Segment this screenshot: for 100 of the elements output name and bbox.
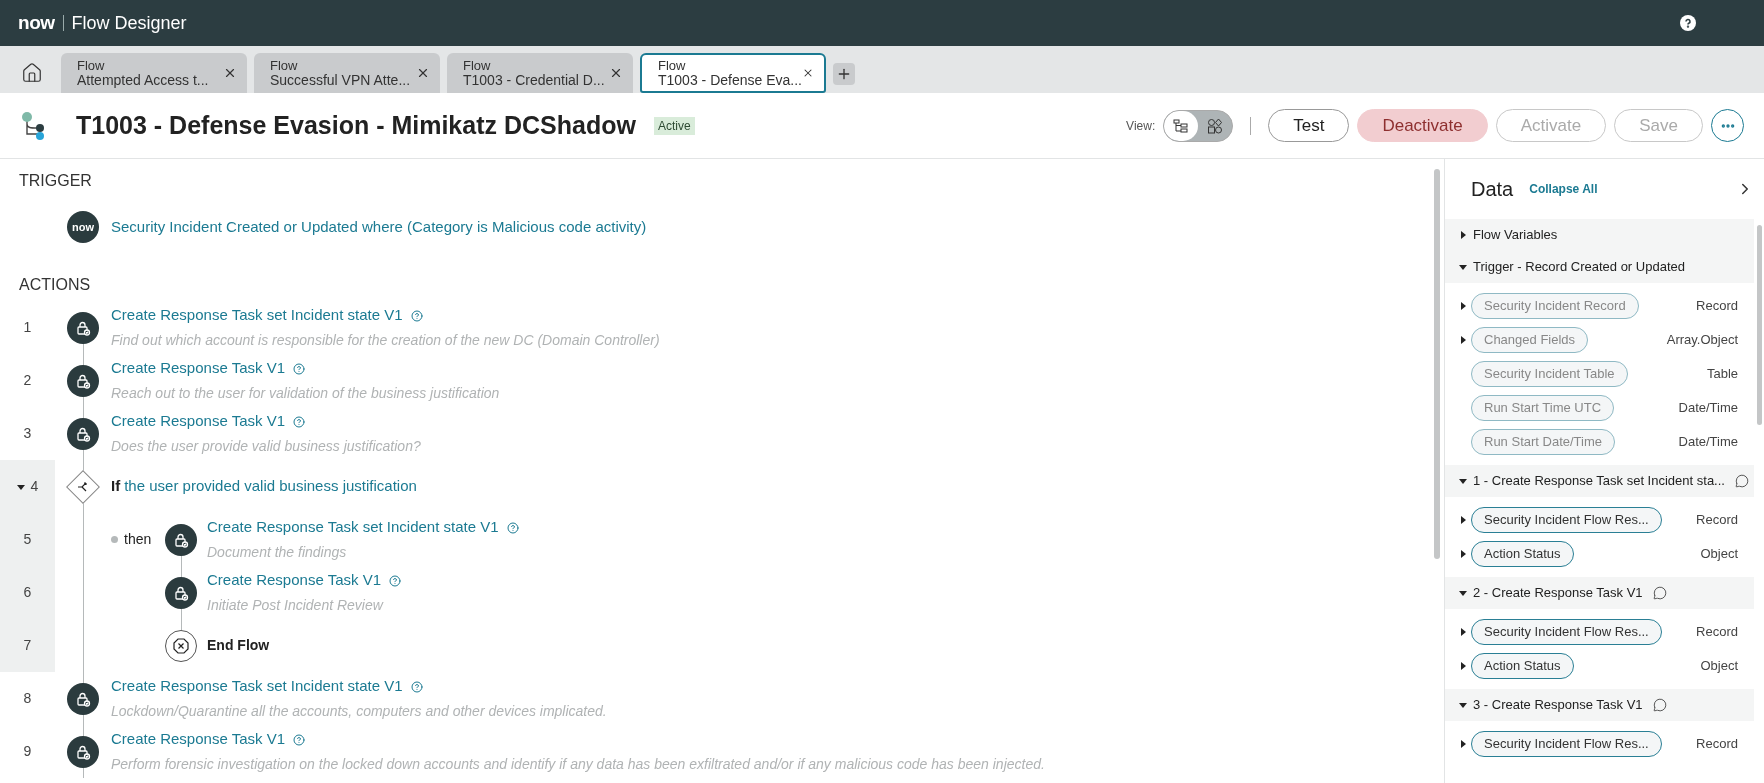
comment-icon[interactable] (1734, 474, 1749, 488)
data-section-header[interactable]: Flow Variables (1445, 219, 1754, 251)
action-title[interactable]: Create Response Task V1 (111, 728, 285, 751)
data-type: Array.Object (1666, 331, 1738, 350)
tab-name: T1003 - Credential D... (463, 73, 606, 88)
data-section-header[interactable]: 2 - Create Response Task V1 (1445, 577, 1754, 609)
step-number: 4 (30, 477, 39, 496)
lock-icon (165, 576, 197, 609)
section-caret-icon[interactable] (1459, 589, 1467, 597)
toolbar-button[interactable]: Test (1268, 109, 1350, 142)
data-pill[interactable]: Security Incident Flow Res... (1471, 507, 1662, 533)
section-caret-icon[interactable] (1459, 477, 1467, 485)
section-title: 3 - Create Response Task V1 (1473, 696, 1643, 715)
data-pill[interactable]: Run Start Time UTC (1471, 395, 1615, 421)
panel-title: Data (1471, 177, 1514, 202)
comment-icon[interactable] (1652, 698, 1667, 712)
data-type: Object (1700, 545, 1738, 564)
data-type: Record (1696, 511, 1738, 530)
tab-name: T1003 - Defense Eva... (658, 73, 802, 88)
flow-title: T1003 - Defense Evasion - Mimikatz DCShadow (76, 109, 636, 141)
expand-caret-icon[interactable] (16, 482, 25, 491)
action-title[interactable]: Create Response Task V1 (111, 357, 285, 380)
step-number: 9 (23, 742, 32, 761)
action-description: Perform forensic investigation on the locked down accounts and identify if any data has been exfiltrated and/or if any malicious code has been injected. (111, 754, 1045, 774)
tab-name: Successful VPN Atte... (270, 73, 412, 88)
section-caret-icon[interactable] (1459, 231, 1467, 239)
if-condition[interactable]: the user provided valid business justification (124, 475, 417, 498)
scrollbar-thumb[interactable] (1756, 225, 1762, 425)
flow-tab[interactable]: Flow Successful VPN Atte... (254, 53, 440, 93)
data-pill[interactable]: Security Incident Flow Res... (1471, 619, 1662, 645)
lock-icon (67, 417, 99, 450)
step-number: 5 (23, 530, 32, 549)
view-toggle[interactable] (1163, 109, 1234, 142)
tab-type: Flow (463, 58, 492, 73)
step-number: 1 (23, 318, 32, 337)
step-number: 8 (23, 689, 32, 708)
help-icon[interactable] (1680, 15, 1696, 31)
item-caret-icon[interactable] (1459, 336, 1467, 344)
data-section-header[interactable]: Trigger - Record Created or Updated (1445, 251, 1754, 283)
trigger-condition[interactable]: Security Incident Created or Updated where (Category is Malicious code activity) (111, 215, 647, 239)
tab-type: Flow (658, 58, 687, 73)
end-flow-label: End Flow (207, 636, 270, 655)
action-title[interactable]: Create Response Task set Incident state V1 (111, 675, 403, 698)
data-type: Date/Time (1678, 433, 1738, 452)
data-type: Record (1696, 623, 1738, 642)
data-pill[interactable]: Security Incident Table (1471, 361, 1628, 387)
section-heading: TRIGGER (18, 171, 93, 191)
data-type: Date/Time (1678, 399, 1738, 418)
section-title: Trigger - Record Created or Updated (1473, 258, 1685, 277)
data-section-header[interactable]: 1 - Create Response Task set Incident sta... (1445, 465, 1754, 497)
action-title[interactable]: Create Response Task V1 (111, 410, 285, 433)
section-title: 2 - Create Response Task V1 (1473, 584, 1643, 603)
app-title: Flow Designer (71, 11, 187, 35)
section-heading: ACTIONS (18, 275, 92, 295)
action-description: Reach out to the user for validation of the business justification (111, 383, 500, 403)
action-title[interactable]: Create Response Task V1 (207, 569, 381, 592)
section-caret-icon[interactable] (1459, 701, 1467, 709)
step-number: 3 (23, 424, 32, 443)
tab-type: Flow (270, 58, 299, 73)
data-section-header[interactable]: 3 - Create Response Task V1 (1445, 689, 1754, 721)
item-caret-icon[interactable] (1459, 516, 1467, 524)
comment-icon[interactable] (1652, 586, 1667, 600)
tab-type: Flow (77, 58, 106, 73)
data-pill[interactable]: Security Incident Flow Res... (1471, 731, 1662, 757)
item-caret-icon[interactable] (1459, 302, 1467, 310)
item-caret-icon[interactable] (1459, 550, 1467, 558)
step-number: 2 (23, 371, 32, 390)
data-pill[interactable]: Security Incident Record (1471, 293, 1639, 319)
data-type: Object (1700, 657, 1738, 676)
status-badge: Active (653, 116, 695, 135)
item-caret-icon[interactable] (1459, 628, 1467, 636)
if-keyword: If (111, 476, 121, 497)
trigger-badge: now (67, 211, 99, 243)
item-caret-icon[interactable] (1459, 662, 1467, 670)
close-icon[interactable] (416, 66, 430, 80)
close-icon[interactable] (223, 66, 237, 80)
action-title[interactable]: Create Response Task set Incident state V1 (111, 304, 403, 327)
home-icon[interactable] (21, 62, 43, 84)
lock-icon (67, 735, 99, 768)
data-pill[interactable]: Run Start Date/Time (1471, 429, 1615, 455)
data-pill[interactable]: Action Status (1471, 653, 1574, 679)
collapse-all-link[interactable]: Collapse All (1529, 180, 1598, 198)
toolbar-button[interactable]: Deactivate (1357, 109, 1488, 142)
end-flow-icon (165, 629, 197, 662)
flow-tab[interactable]: Flow T1003 - Credential D... (447, 53, 633, 93)
section-caret-icon[interactable] (1459, 263, 1467, 271)
action-title[interactable]: Create Response Task set Incident state V1 (207, 516, 499, 539)
scrollbar-thumb[interactable] (1434, 169, 1440, 559)
view-label: View: (1126, 117, 1156, 135)
lock-icon (67, 682, 99, 715)
flow-tab[interactable]: Flow Attempted Access t... (61, 53, 247, 93)
data-type: Record (1696, 735, 1738, 754)
flow-tab[interactable]: Flow T1003 - Defense Eva... (640, 53, 826, 93)
item-caret-icon[interactable] (1459, 740, 1467, 748)
step-number: 7 (23, 636, 32, 655)
action-description: Find out which account is responsible for the creation of the new DC (Domain Controller) (111, 330, 660, 350)
data-pill[interactable]: Changed Fields (1471, 327, 1589, 353)
logo[interactable]: now (18, 8, 55, 38)
close-icon[interactable] (609, 66, 623, 80)
data-pill[interactable]: Action Status (1471, 541, 1574, 567)
